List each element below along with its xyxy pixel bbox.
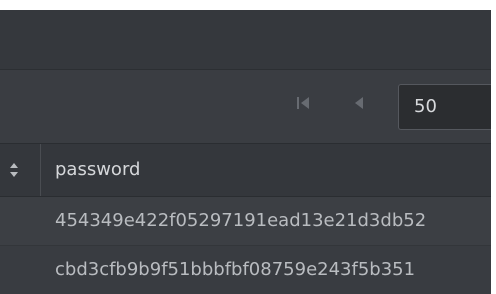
- column-divider[interactable]: [40, 144, 41, 196]
- page-size-input[interactable]: 50: [398, 84, 491, 130]
- top-toolbar: [0, 10, 491, 70]
- previous-page-icon[interactable]: [350, 94, 368, 112]
- table-header-row: password: [0, 144, 491, 197]
- password-cell[interactable]: cbd3cfb9b9f51bbbfbf08759e243f5b351: [55, 246, 415, 294]
- skip-to-first-icon[interactable]: [294, 94, 312, 112]
- screenshot-frame: 50 password 454349e422f05297191ead13e21d…: [0, 0, 496, 294]
- data-grid-panel: 50 password 454349e422f05297191ead13e21d…: [0, 10, 491, 294]
- sort-updown-icon[interactable]: [6, 159, 22, 181]
- table-row[interactable]: 454349e422f05297191ead13e21d3db52: [0, 197, 491, 246]
- column-header-password[interactable]: password: [55, 144, 140, 196]
- table-row[interactable]: cbd3cfb9b9f51bbbfbf08759e243f5b351: [0, 246, 491, 294]
- password-cell[interactable]: 454349e422f05297191ead13e21d3db52: [55, 197, 426, 245]
- pagination-bar: 50: [0, 70, 491, 144]
